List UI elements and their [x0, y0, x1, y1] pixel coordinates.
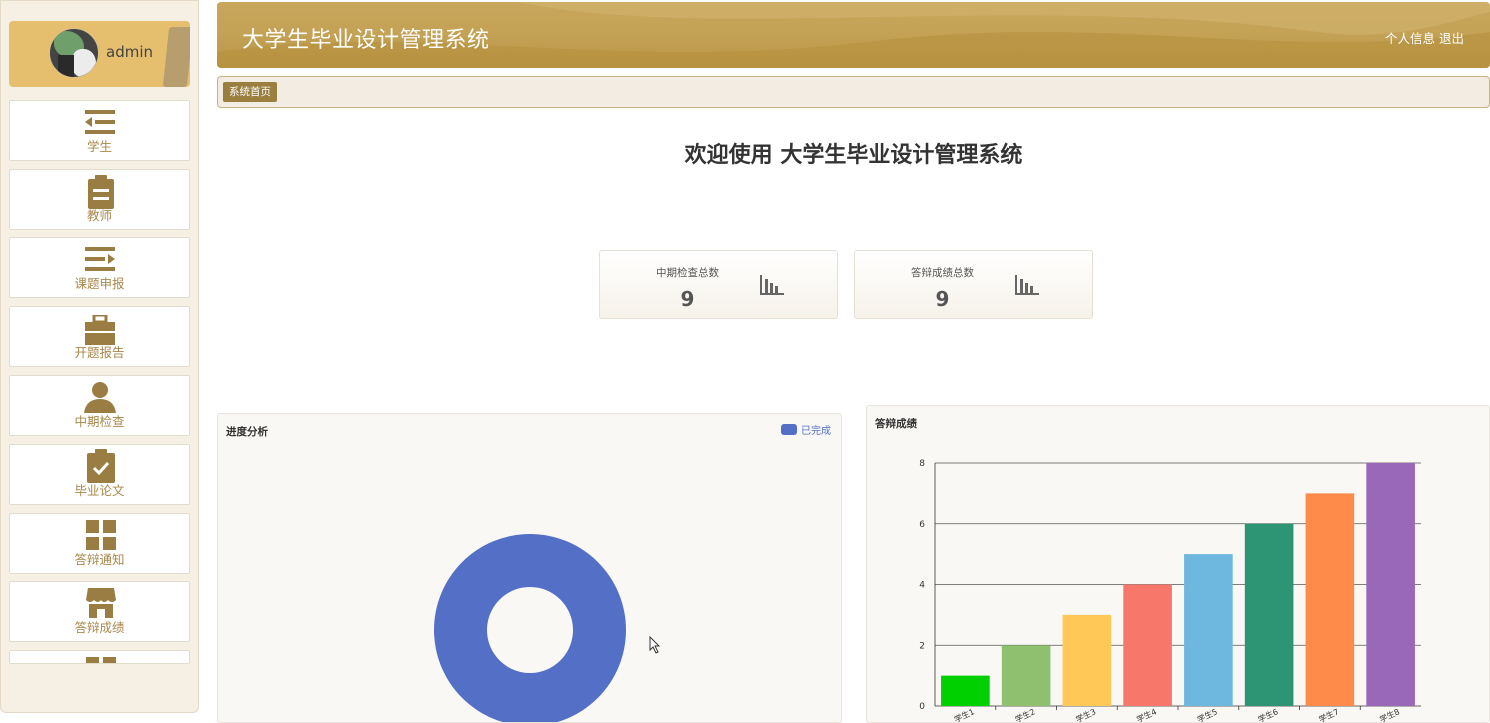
x-tick-label: 学生5 [1195, 706, 1218, 723]
stat-label: 答辩成绩总数 [911, 267, 974, 279]
top-header: 大学生毕业设计管理系统 个人信息 退出 [217, 2, 1490, 68]
stat-value: 9 [935, 287, 950, 311]
x-tick-label: 学生6 [1256, 706, 1279, 723]
x-tick-label: 学生3 [1074, 706, 1097, 723]
sidebar-item-label: 开题报告 [74, 345, 125, 360]
list-indent-icon [85, 110, 115, 134]
y-tick-label: 8 [919, 459, 925, 469]
header-links: 个人信息 退出 [1381, 28, 1464, 47]
app-title: 大学生毕业设计管理系统 [242, 28, 490, 53]
bar [1184, 554, 1233, 706]
sidebar-item-label: 中期检查 [74, 414, 125, 429]
sidebar-item-thesis[interactable]: 毕业论文 [9, 444, 190, 505]
username-label: admin [106, 43, 153, 61]
grid-icon [86, 657, 116, 663]
profile-tab-decoration [162, 27, 190, 87]
x-tick-label: 学生7 [1317, 706, 1340, 723]
breadcrumb-home[interactable]: 系统首页 [223, 82, 277, 102]
bar [1244, 523, 1294, 706]
sidebar-item-label: 学生 [86, 139, 112, 154]
grid-icon [86, 520, 116, 550]
clipboard-check-icon [87, 449, 115, 483]
list-arrow-icon [85, 247, 115, 271]
store-icon [86, 588, 116, 618]
sidebar-item-teacher[interactable]: 教师 [9, 169, 190, 230]
breadcrumb: 系统首页 [217, 76, 1490, 108]
sidebar-item-more[interactable] [9, 650, 190, 664]
bar [941, 675, 990, 706]
y-tick-label: 6 [919, 520, 925, 530]
sidebar-item-label: 课题申报 [74, 276, 125, 291]
welcome-heading: 欢迎使用 大学生毕业设计管理系统 [684, 143, 1023, 168]
sidebar-item-label: 答辩通知 [74, 552, 125, 567]
logout-link[interactable]: 退出 [1439, 31, 1464, 46]
stat-label: 中期检查总数 [656, 267, 719, 279]
sidebar-item-student[interactable]: 学生 [9, 100, 190, 161]
stat-card-midterm: 中期检查总数 9 [599, 250, 838, 319]
bar-chart-icon [760, 275, 784, 295]
sidebar-item-label: 答辩成绩 [74, 620, 125, 635]
bar [1062, 614, 1112, 706]
sidebar-item-midterm-check[interactable]: 中期检查 [9, 375, 190, 436]
progress-chart-panel: 进度分析 已完成 [217, 413, 842, 723]
bar [1001, 645, 1051, 706]
stat-card-defense: 答辩成绩总数 9 [854, 250, 1093, 319]
y-tick-label: 2 [919, 641, 925, 651]
bar-chart-icon [1015, 275, 1039, 295]
stat-value: 9 [680, 287, 695, 311]
x-tick-label: 学生2 [1013, 706, 1036, 723]
sidebar-item-label: 教师 [86, 208, 112, 223]
sidebar: admin 学生 教师 课题申报 开题报告 中期检查 毕业论文 答辩通知 答辩成… [0, 0, 199, 713]
sidebar-item-label: 毕业论文 [74, 483, 125, 498]
x-tick-label: 学生4 [1135, 706, 1158, 723]
y-tick-label: 0 [919, 702, 925, 712]
mouse-cursor-icon [649, 636, 661, 654]
donut-slice [434, 534, 626, 722]
bar [1366, 463, 1415, 706]
sidebar-item-defense-score[interactable]: 答辩成绩 [9, 581, 190, 642]
avatar[interactable] [49, 28, 99, 78]
x-tick-label: 学生8 [1378, 706, 1401, 723]
bar [1305, 493, 1355, 706]
sidebar-item-defense-notice[interactable]: 答辩通知 [9, 513, 190, 574]
y-tick-label: 4 [919, 581, 925, 591]
user-profile-card[interactable]: admin [9, 21, 190, 87]
bar [1123, 584, 1172, 706]
x-tick-label: 学生1 [952, 706, 975, 723]
sidebar-item-proposal-report[interactable]: 开题报告 [9, 306, 190, 367]
sidebar-item-topic-application[interactable]: 课题申报 [9, 237, 190, 298]
score-chart-panel: 答辩成绩 0 2 4 6 8 学生1 学生2 学生3 学生4 学生5 学生6 学生7 学生8 [866, 405, 1490, 723]
user-icon [84, 382, 116, 413]
clipboard-icon [88, 175, 114, 209]
profile-link[interactable]: 个人信息 [1385, 31, 1435, 46]
donut-chart [434, 534, 626, 722]
briefcase-icon [85, 315, 115, 345]
bar-chart: 0 2 4 6 8 学生1 学生2 学生3 学生4 学生5 学生6 学生7 学生8 [919, 459, 1421, 723]
